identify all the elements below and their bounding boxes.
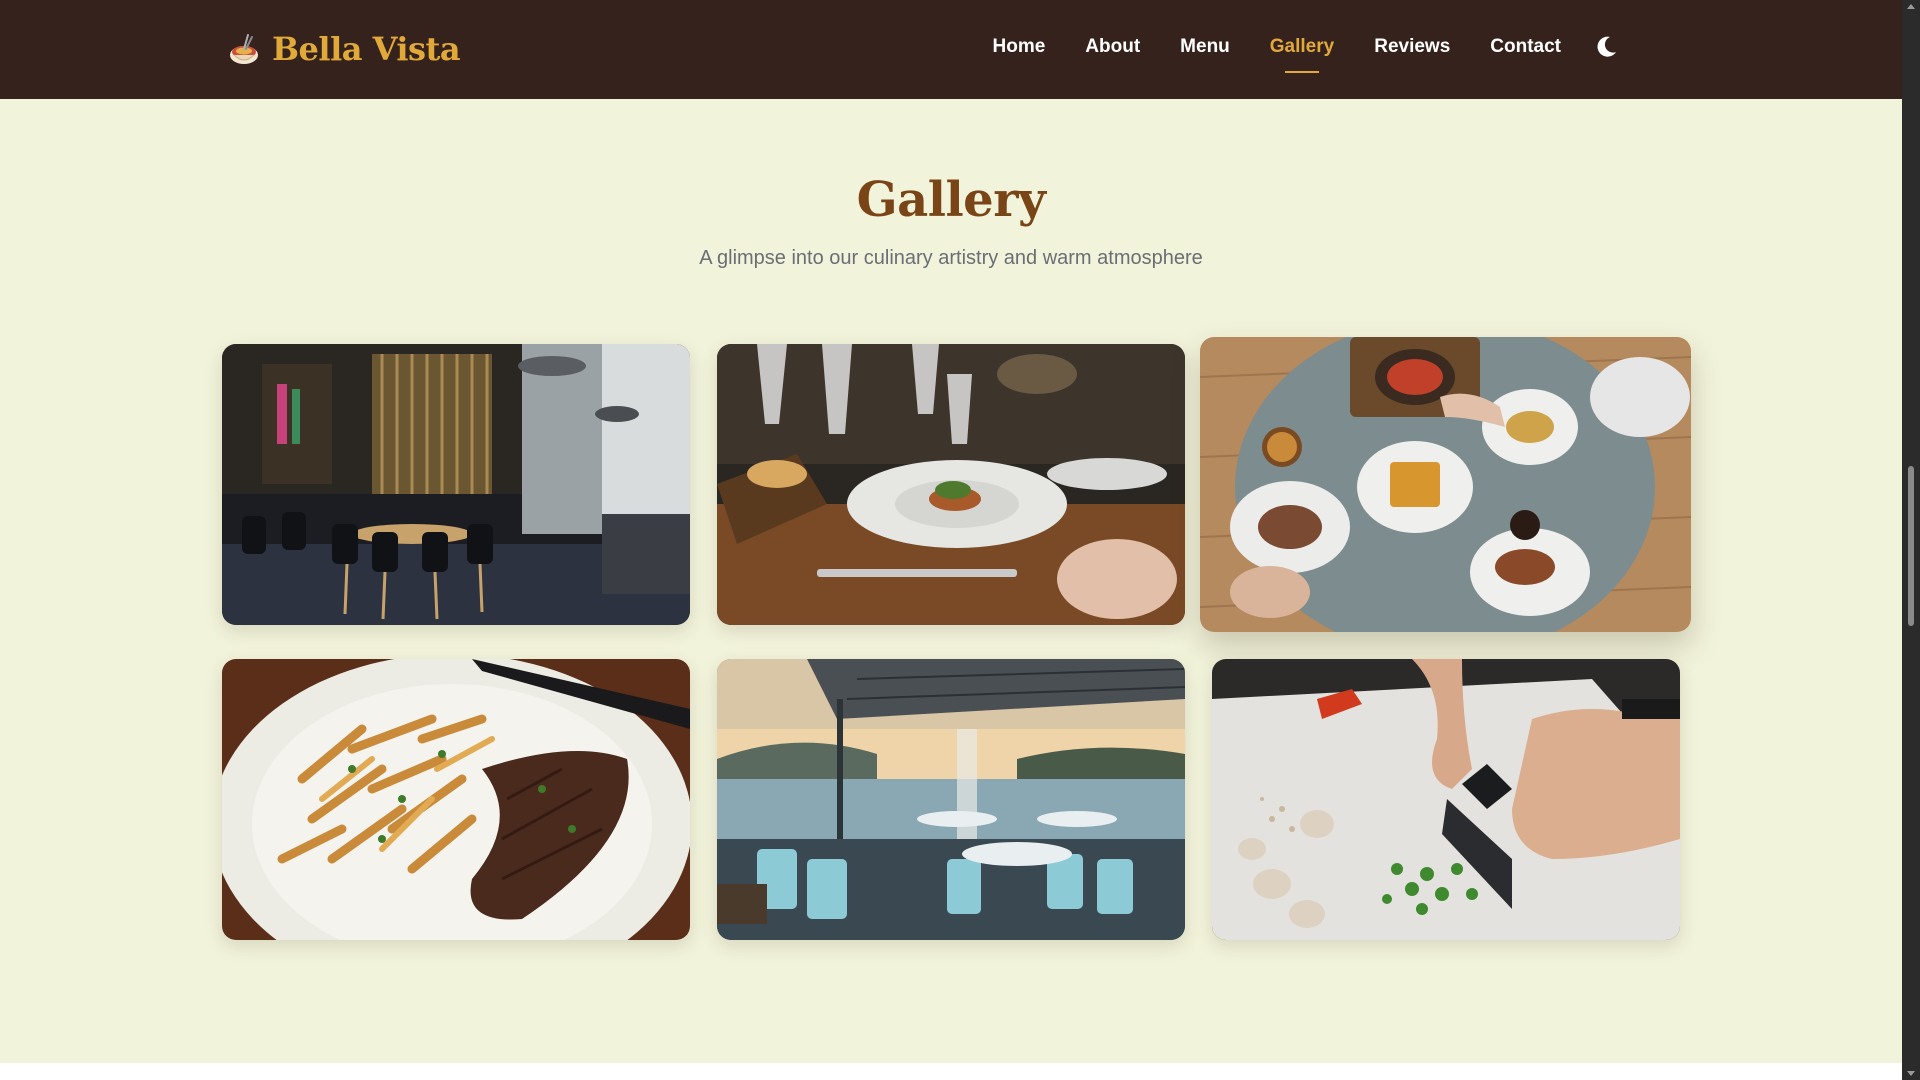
gallery-image-restaurant-interior[interactable] [222,344,690,625]
nav-item-home[interactable]: Home [993,35,1046,59]
nav-item-about[interactable]: About [1085,35,1140,59]
nav-item-gallery[interactable]: Gallery [1270,35,1334,59]
chef-chopping-image [1212,659,1680,940]
gallery-image-fine-dining[interactable] [717,344,1185,625]
nav-item-menu[interactable]: Menu [1180,35,1230,59]
steak-frites-image [222,659,690,940]
main-nav: Home About Menu Gallery Reviews Contact [953,34,1620,60]
gallery-image-chef-chopping[interactable] [1212,659,1680,940]
fine-dining-table-image [717,344,1185,625]
gallery-image-steak-frites[interactable] [222,659,690,940]
gallery-title: Gallery [856,172,1046,228]
terrace-lake-view-image [717,659,1185,940]
brunch-overhead-image [1200,337,1691,632]
site-header: Bella Vista Home About Menu Gallery Revi… [0,0,1902,99]
page-scrollbar[interactable] [1902,0,1920,1080]
nav-item-reviews[interactable]: Reviews [1374,35,1450,59]
brand-name: Bella Vista [272,30,461,68]
scroll-down-icon[interactable] [1907,1071,1915,1076]
restaurant-interior-image [222,344,690,625]
scroll-up-icon[interactable] [1907,4,1915,9]
gallery-subtitle: A glimpse into our culinary artistry and… [699,247,1203,269]
brand-logo[interactable]: Bella Vista [226,30,461,68]
next-section-edge [0,1063,1902,1080]
gallery-image-brunch-overhead[interactable] [1200,337,1691,632]
scroll-thumb[interactable] [1908,466,1914,626]
pasta-bowl-icon [230,34,258,64]
moon-icon[interactable] [1593,34,1619,60]
nav-item-contact[interactable]: Contact [1490,35,1561,59]
gallery-image-terrace-lake-view[interactable] [717,659,1185,940]
